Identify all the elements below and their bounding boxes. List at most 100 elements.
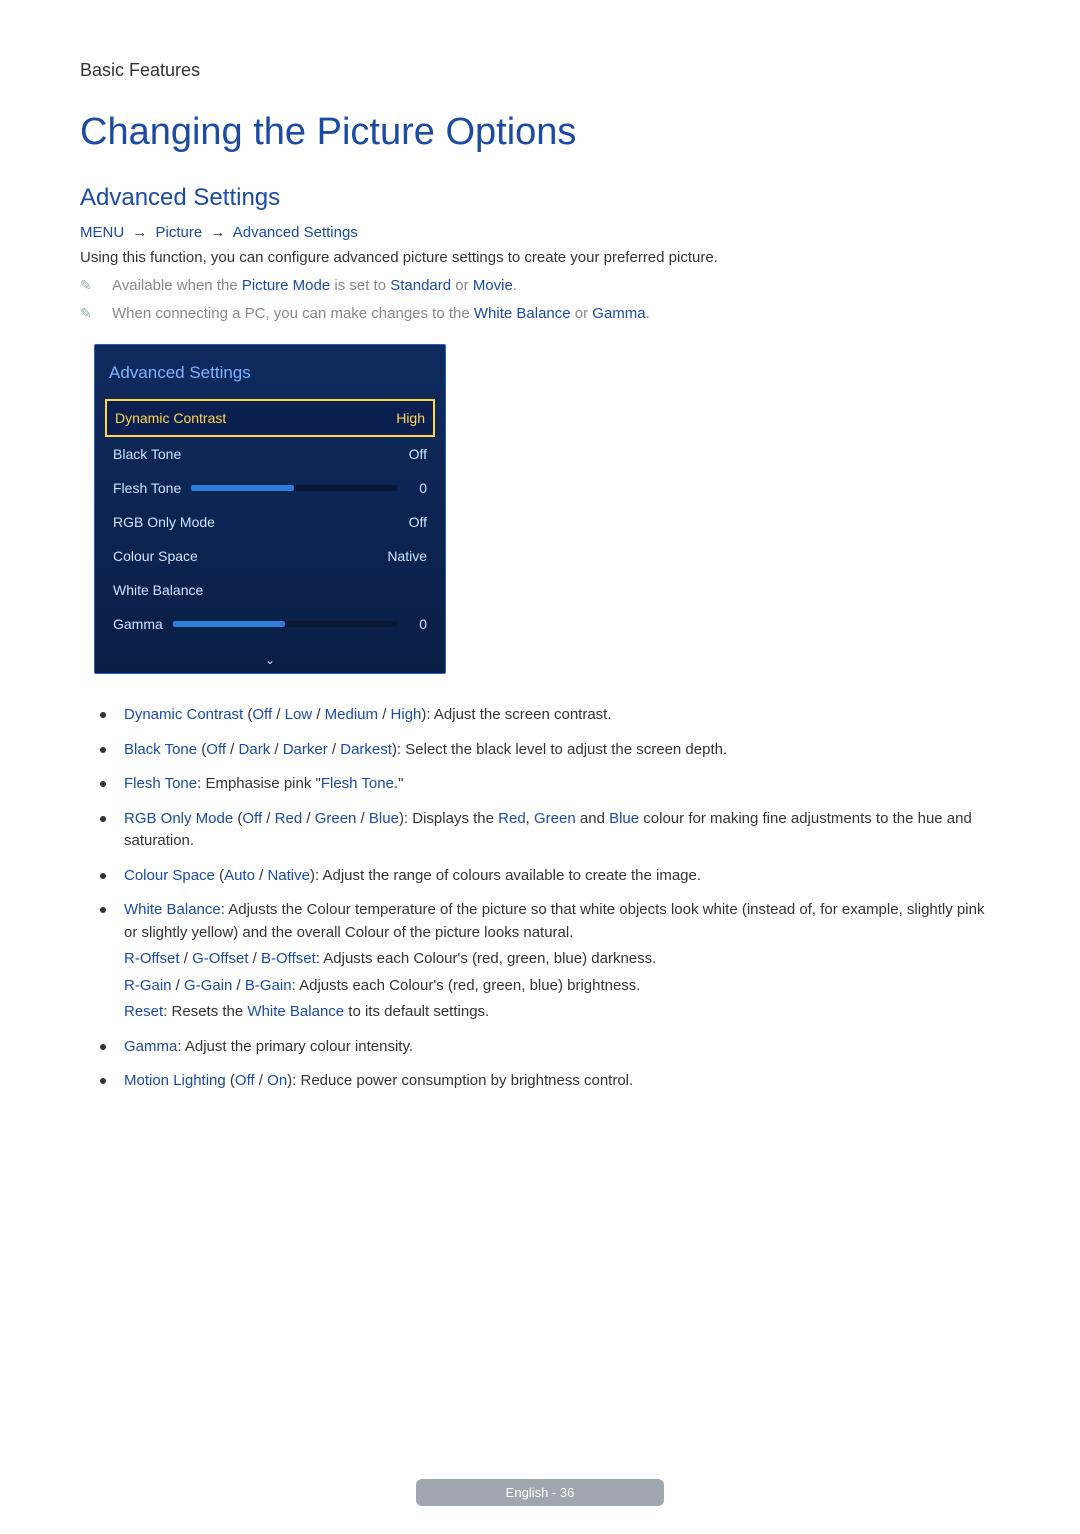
osd-row-value: High bbox=[396, 410, 425, 426]
text: ): Displays the bbox=[399, 810, 498, 827]
text: : Adjusts each Colour's (red, green, blu… bbox=[292, 977, 641, 994]
note-1-text-a: Available when the bbox=[112, 277, 242, 294]
option: On bbox=[267, 1072, 287, 1089]
keyword: Red bbox=[498, 810, 526, 827]
note-2-key-1: White Balance bbox=[474, 305, 571, 322]
text: : Resets the bbox=[163, 1003, 247, 1020]
osd-row-colour-space[interactable]: Colour SpaceNative bbox=[105, 539, 435, 573]
text: / bbox=[255, 867, 268, 884]
note-2: ✎ When connecting a PC, you can make cha… bbox=[80, 303, 1000, 325]
keyword: Green bbox=[534, 810, 576, 827]
keyword: White Balance bbox=[247, 1003, 344, 1020]
osd-row-rgb-only-mode[interactable]: RGB Only Mode Off bbox=[105, 505, 435, 539]
keyword: Black Tone bbox=[124, 741, 197, 758]
text: : Adjusts each Colour's (red, green, blu… bbox=[316, 950, 657, 967]
text: ( bbox=[243, 706, 252, 723]
keyword: Gamma bbox=[124, 1038, 177, 1055]
note-1-key-1: Picture Mode bbox=[242, 277, 330, 294]
osd-row-flesh-tone[interactable]: Flesh Tone0 bbox=[105, 471, 435, 505]
bullet-icon bbox=[100, 712, 106, 718]
text: ." bbox=[394, 775, 404, 792]
keyword: White Balance bbox=[124, 901, 221, 918]
text: ( bbox=[233, 810, 242, 827]
section-title: Advanced Settings bbox=[80, 184, 1000, 212]
note-1-text-c: or bbox=[451, 277, 473, 294]
chevron-right-icon: → bbox=[128, 224, 151, 241]
osd-title: Advanced Settings bbox=[95, 345, 445, 399]
text: ( bbox=[215, 867, 224, 884]
osd-row-label: Gamma bbox=[113, 616, 163, 632]
chevron-down-icon[interactable]: ⌄ bbox=[95, 651, 445, 673]
bullet-black-tone: Black Tone (Off / Dark / Darker / Darkes… bbox=[100, 739, 1000, 762]
page-footer: English - 36 bbox=[0, 1479, 1080, 1506]
option: Off bbox=[235, 1072, 255, 1089]
text: ): Select the black level to adjust the … bbox=[392, 741, 727, 758]
bullet-motion-lighting: Motion Lighting (Off / On): Reduce power… bbox=[100, 1070, 1000, 1093]
keyword: Flesh Tone bbox=[124, 775, 197, 792]
note-2-text-c: . bbox=[646, 305, 650, 322]
slider-track[interactable] bbox=[191, 485, 397, 491]
keyword: B-Offset bbox=[261, 950, 316, 967]
keyword: Motion Lighting bbox=[124, 1072, 226, 1089]
intro-text: Using this function, you can configure a… bbox=[80, 247, 1000, 269]
osd-row-value: Off bbox=[409, 514, 427, 530]
bullet-icon bbox=[100, 747, 106, 753]
text: / bbox=[180, 950, 193, 967]
text: / bbox=[255, 1072, 268, 1089]
slider-fill bbox=[191, 485, 294, 491]
page-number-pill: English - 36 bbox=[416, 1479, 665, 1506]
bullet-white-balance: White Balance: Adjusts the Colour temper… bbox=[100, 899, 1000, 1024]
note-1-text-d: . bbox=[513, 277, 517, 294]
bullet-colour-space: Colour Space (Auto / Native): Adjust the… bbox=[100, 865, 1000, 888]
osd-row-label: Flesh Tone bbox=[113, 480, 181, 496]
bullet-dynamic-contrast: Dynamic Contrast (Off / Low / Medium / H… bbox=[100, 704, 1000, 727]
option: Blue bbox=[369, 810, 399, 827]
osd-row-black-tone[interactable]: Black ToneOff bbox=[105, 437, 435, 471]
osd-row-dynamic-contrast[interactable]: Dynamic ContrastHigh bbox=[105, 399, 435, 437]
text: / bbox=[262, 810, 275, 827]
keyword: G-Gain bbox=[184, 977, 232, 994]
text: ): Reduce power consumption by brightnes… bbox=[287, 1072, 633, 1089]
osd-row-label: RGB Only Mode bbox=[113, 514, 215, 530]
osd-row-gamma[interactable]: Gamma0 bbox=[105, 607, 435, 641]
text: : Emphasise pink " bbox=[197, 775, 321, 792]
text: / bbox=[270, 741, 283, 758]
bullet-flesh-tone: Flesh Tone: Emphasise pink "Flesh Tone." bbox=[100, 773, 1000, 796]
keyword: RGB Only Mode bbox=[124, 810, 233, 827]
keyword: Blue bbox=[609, 810, 639, 827]
text: ( bbox=[226, 1072, 235, 1089]
option: Medium bbox=[325, 706, 378, 723]
option: Darkest bbox=[340, 741, 392, 758]
note-2-key-2: Gamma bbox=[592, 305, 645, 322]
slider-track[interactable] bbox=[173, 621, 397, 627]
keyword: Colour Space bbox=[124, 867, 215, 884]
text: / bbox=[378, 706, 391, 723]
text: / bbox=[249, 950, 262, 967]
option: Dark bbox=[239, 741, 271, 758]
keyword: G-Offset bbox=[192, 950, 248, 967]
bullet-rgb-only-mode: RGB Only Mode (Off / Red / Green / Blue)… bbox=[100, 808, 1000, 853]
text: / bbox=[328, 741, 341, 758]
text: , bbox=[526, 810, 534, 827]
bullet-gamma: Gamma: Adjust the primary colour intensi… bbox=[100, 1036, 1000, 1059]
breadcrumb-picture: Picture bbox=[156, 224, 203, 241]
text: / bbox=[172, 977, 185, 994]
text: ): Adjust the screen contrast. bbox=[421, 706, 611, 723]
text: / bbox=[232, 977, 245, 994]
slider-fill bbox=[173, 621, 285, 627]
osd-row-white-balance[interactable]: White Balance bbox=[105, 573, 435, 607]
breadcrumb: MENU → Picture → Advanced Settings bbox=[80, 224, 1000, 241]
option: Low bbox=[285, 706, 313, 723]
note-1-text-b: is set to bbox=[330, 277, 390, 294]
osd-row-label: White Balance bbox=[113, 582, 203, 598]
breadcrumb-menu: MENU bbox=[80, 224, 124, 241]
bullet-icon bbox=[100, 873, 106, 879]
keyword: Dynamic Contrast bbox=[124, 706, 243, 723]
note-2-text-a: When connecting a PC, you can make chang… bbox=[112, 305, 474, 322]
option: Off bbox=[206, 741, 226, 758]
keyword: B-Gain bbox=[245, 977, 292, 994]
osd-row-label: Black Tone bbox=[113, 446, 181, 462]
text: / bbox=[356, 810, 369, 827]
option: Off bbox=[242, 810, 262, 827]
pencil-icon: ✎ bbox=[80, 277, 94, 294]
